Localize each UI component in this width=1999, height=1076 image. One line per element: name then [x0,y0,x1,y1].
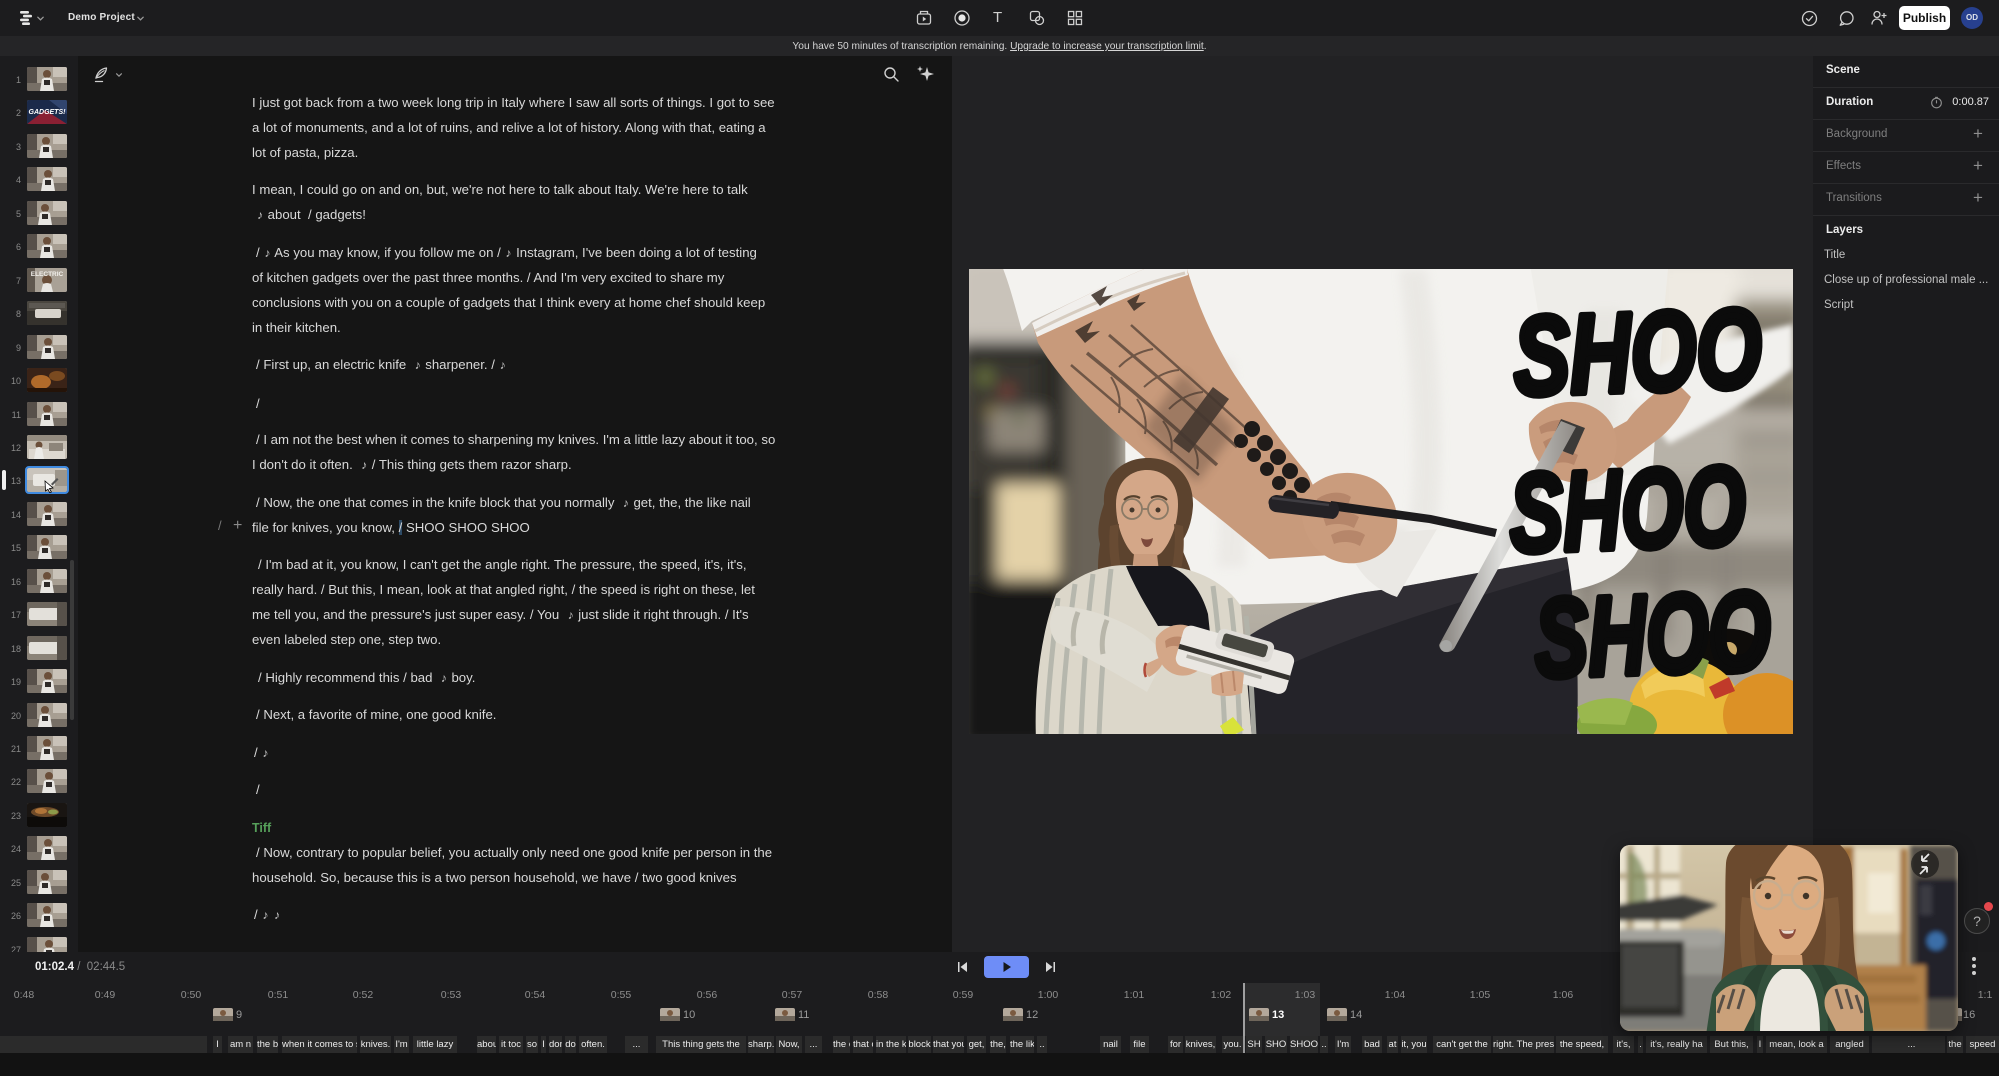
svg-text:ELECTRIC: ELECTRIC [31,271,64,278]
svg-text:SHOO: SHOO [1511,285,1763,419]
svg-text:SHOO: SHOO [1507,443,1747,576]
svg-text:GADGETS!: GADGETS! [29,109,67,116]
svg-text:SHOO: SHOO [1532,568,1772,701]
